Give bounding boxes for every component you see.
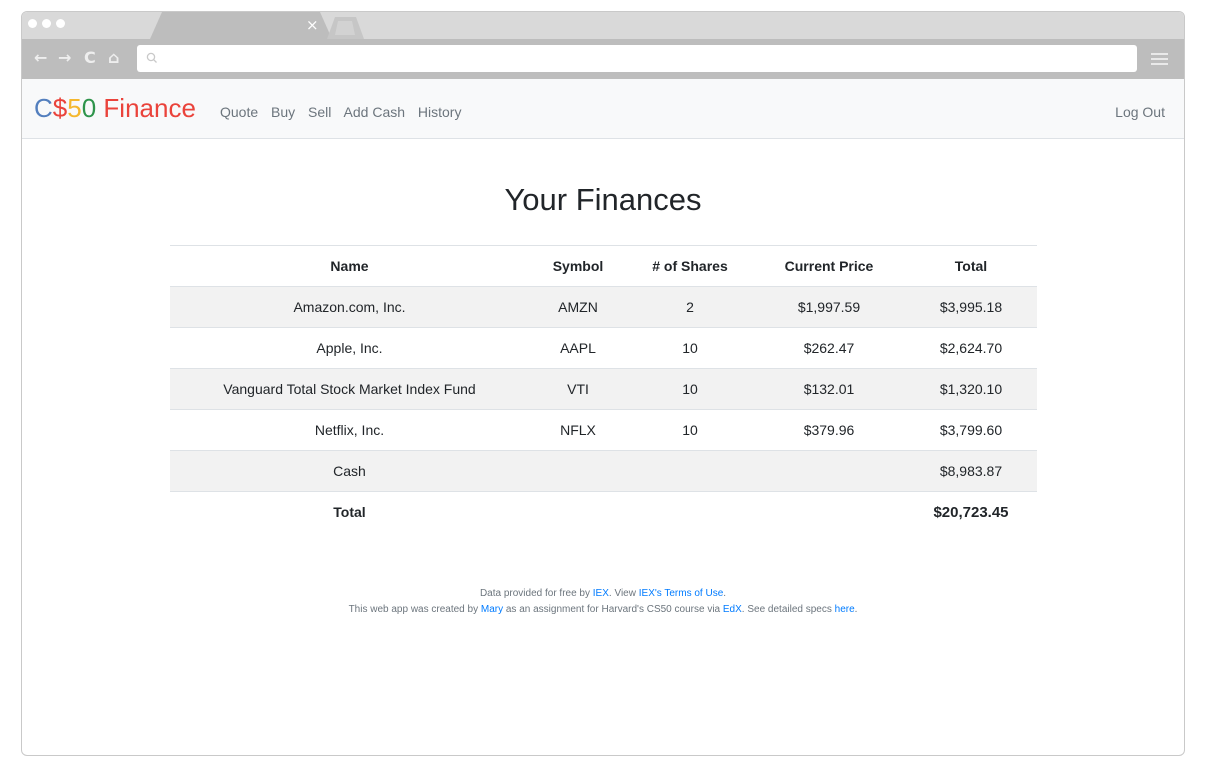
cell-symbol: VTI bbox=[529, 368, 627, 410]
table-row: Netflix, Inc. NFLX 10 $379.96 $3,799.60 bbox=[170, 409, 1037, 451]
cash-row: Cash $8,983.87 bbox=[170, 450, 1037, 492]
cell-name: Apple, Inc. bbox=[170, 327, 529, 369]
edx-link[interactable]: EdX bbox=[723, 604, 742, 615]
table-row: Amazon.com, Inc. AMZN 2 $1,997.59 $3,995… bbox=[170, 286, 1037, 328]
cell-price: $132.01 bbox=[753, 368, 905, 410]
menu-icon[interactable] bbox=[1151, 53, 1168, 65]
nav-links: Quote Buy Sell Add Cash History bbox=[220, 103, 470, 121]
iex-terms-link[interactable]: IEX's Terms of Use bbox=[639, 588, 724, 599]
footer-line-1: Data provided for free by IEX. View IEX'… bbox=[479, 588, 727, 599]
brand-dollar: $ bbox=[52, 93, 68, 123]
search-icon bbox=[146, 52, 157, 63]
cell-total: $2,624.70 bbox=[905, 327, 1037, 369]
cell-shares: 10 bbox=[627, 327, 753, 369]
cell-total: $3,799.60 bbox=[905, 409, 1037, 451]
new-tab-button[interactable] bbox=[327, 17, 364, 39]
browser-window: × ← → C ⌂ C$50 Finance Quote Buy Sell Ad… bbox=[21, 11, 1185, 756]
cell-total: $1,320.10 bbox=[905, 368, 1037, 410]
footer: Data provided for free by IEX. View IEX'… bbox=[22, 586, 1184, 618]
footer-line-2: This web app was created by Mary as an a… bbox=[348, 604, 858, 615]
cell-name: Amazon.com, Inc. bbox=[170, 286, 529, 328]
cell-price: $262.47 bbox=[753, 327, 905, 369]
cell-name: Netflix, Inc. bbox=[170, 409, 529, 451]
reload-icon[interactable]: C bbox=[84, 48, 96, 68]
table-header-row: Name Symbol # of Shares Current Price To… bbox=[170, 245, 1037, 287]
cell-price: $379.96 bbox=[753, 409, 905, 451]
cell-price: $1,997.59 bbox=[753, 286, 905, 328]
header-price: Current Price bbox=[753, 245, 905, 287]
brand-five: 5 bbox=[67, 93, 82, 123]
nav-link-quote[interactable]: Quote bbox=[220, 104, 258, 120]
browser-toolbar: ← → C ⌂ bbox=[22, 39, 1184, 79]
header-total: Total bbox=[905, 245, 1037, 287]
page-title: Your Finances bbox=[504, 182, 702, 217]
header-shares: # of Shares bbox=[627, 245, 753, 287]
cell-shares: 2 bbox=[627, 286, 753, 328]
cell-shares: 10 bbox=[627, 368, 753, 410]
tab-strip: × bbox=[22, 12, 1184, 39]
table-row: Vanguard Total Stock Market Index Fund V… bbox=[170, 368, 1037, 410]
browser-tab[interactable] bbox=[150, 12, 332, 39]
logout-link[interactable]: Log Out bbox=[1115, 103, 1165, 121]
nav-link-buy[interactable]: Buy bbox=[271, 104, 295, 120]
forward-arrow-icon[interactable]: → bbox=[58, 48, 71, 68]
brand-zero: 0 bbox=[81, 93, 97, 123]
total-row: Total $20,723.45 bbox=[170, 491, 1037, 532]
back-arrow-icon[interactable]: ← bbox=[34, 48, 47, 68]
window-maximize-dot[interactable] bbox=[56, 19, 65, 28]
nav-link-add-cash[interactable]: Add Cash bbox=[344, 104, 405, 120]
address-bar[interactable] bbox=[137, 45, 1137, 72]
close-tab-icon[interactable]: × bbox=[306, 15, 319, 35]
specs-link[interactable]: here bbox=[835, 604, 855, 615]
cash-value: $8,983.87 bbox=[905, 450, 1037, 492]
nav-link-sell[interactable]: Sell bbox=[308, 104, 331, 120]
brand-c: C bbox=[34, 93, 53, 123]
header-name: Name bbox=[170, 245, 529, 287]
brand-finance: Finance bbox=[96, 93, 196, 123]
cell-name: Vanguard Total Stock Market Index Fund bbox=[170, 368, 529, 410]
home-icon[interactable]: ⌂ bbox=[108, 48, 119, 68]
cell-total: $3,995.18 bbox=[905, 286, 1037, 328]
iex-link[interactable]: IEX bbox=[593, 588, 609, 599]
window-close-dot[interactable] bbox=[28, 19, 37, 28]
cash-label: Cash bbox=[170, 450, 529, 492]
nav-link-history[interactable]: History bbox=[418, 104, 462, 120]
finances-table: Name Symbol # of Shares Current Price To… bbox=[170, 245, 1037, 532]
brand-logo[interactable]: C$50 Finance bbox=[34, 92, 196, 124]
cell-symbol: NFLX bbox=[529, 409, 627, 451]
total-label: Total bbox=[170, 491, 529, 532]
cell-symbol: AAPL bbox=[529, 327, 627, 369]
cell-symbol: AMZN bbox=[529, 286, 627, 328]
window-minimize-dot[interactable] bbox=[42, 19, 51, 28]
table-row: Apple, Inc. AAPL 10 $262.47 $2,624.70 bbox=[170, 327, 1037, 369]
site-navbar: C$50 Finance Quote Buy Sell Add Cash His… bbox=[22, 79, 1184, 139]
header-symbol: Symbol bbox=[529, 245, 627, 287]
total-value: $20,723.45 bbox=[905, 491, 1037, 532]
cell-shares: 10 bbox=[627, 409, 753, 451]
author-link[interactable]: Mary bbox=[481, 604, 503, 615]
